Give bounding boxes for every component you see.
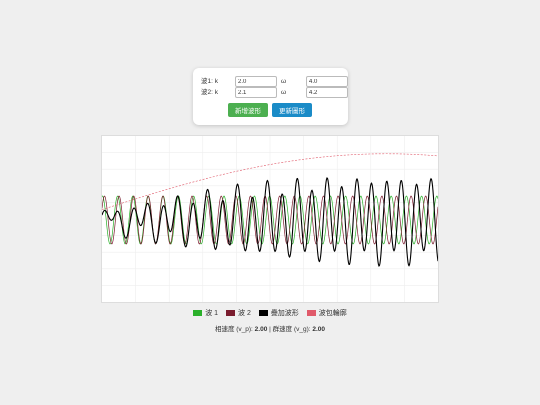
legend-label-wave1: 波 1 [205, 310, 219, 317]
legend-label-wave2: 波 2 [238, 310, 251, 317]
wave1-k-label: 波1: k [201, 78, 218, 85]
wave2-omega-input[interactable] [306, 87, 348, 98]
legend-label-envelope: 波包輪廓 [318, 310, 347, 317]
wave-controls-panel: 波1: k ω 波2: k ω 新增波形 更新圖形 [193, 68, 348, 125]
legend-item-envelope: 波包輪廓 [306, 308, 347, 318]
legend-swatch-wave1 [193, 309, 203, 316]
group-velocity-label: 群速度 (v_g): [272, 326, 311, 333]
update-graph-button[interactable]: 更新圖形 [272, 103, 312, 117]
wave1-omega-input[interactable] [306, 76, 348, 87]
legend-item-wave2: 波 2 [226, 308, 251, 318]
phase-velocity-value: 2.00 [254, 326, 268, 333]
wave2-k-label: 波2: k [201, 89, 218, 96]
wave2-k-input[interactable] [235, 87, 277, 98]
wave1-omega-label: ω [281, 78, 287, 85]
legend-item-wave1: 波 1 [193, 308, 218, 318]
velocity-separator: | [269, 326, 271, 333]
chart-legend: 波 1 波 2 疊加波形 波包輪廓 [0, 308, 540, 318]
velocity-readout: 相速度 (v_p): 2.00 | 群速度 (v_g): 2.00 [0, 323, 540, 333]
phase-velocity-label: 相速度 (v_p): [214, 326, 253, 333]
group-velocity-value: 2.00 [312, 326, 326, 333]
wave1-k-input[interactable] [235, 76, 277, 87]
legend-label-sum: 疊加波形 [270, 310, 299, 317]
legend-item-sum: 疊加波形 [258, 308, 299, 318]
legend-swatch-wave2 [226, 309, 236, 316]
wave2-omega-label: ω [281, 89, 287, 96]
legend-swatch-sum [258, 309, 268, 316]
wave-chart [101, 135, 439, 303]
legend-swatch-envelope [306, 309, 316, 316]
wave-chart-svg [102, 136, 438, 302]
add-wave-button[interactable]: 新增波形 [228, 103, 268, 117]
